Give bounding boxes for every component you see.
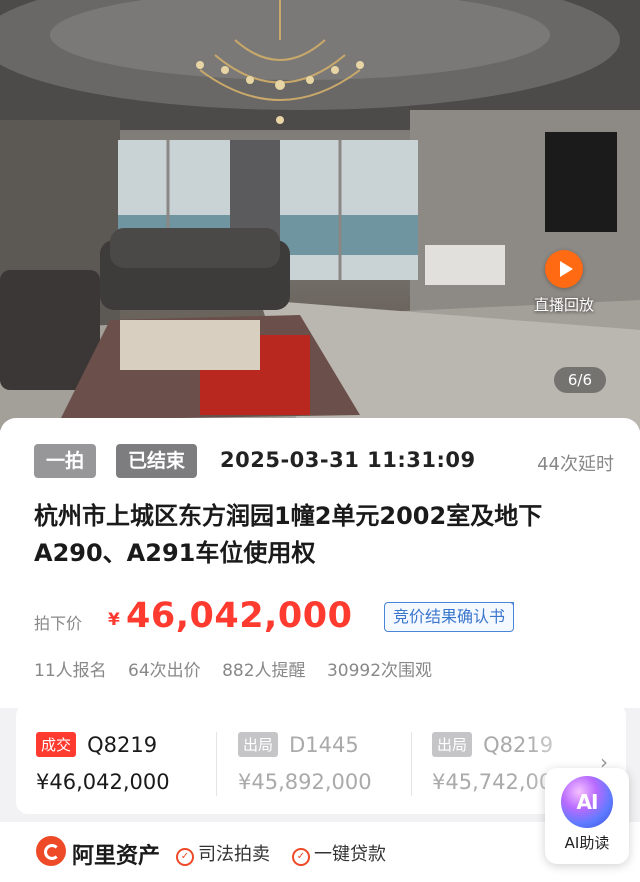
bid-record[interactable]: 成交 Q8219 ¥46,042,000 (36, 732, 216, 794)
divider (411, 732, 412, 796)
bidder-code: D1445 (289, 732, 359, 757)
price-row: 拍下价 ¥ 46,042,000 竞价结果确认书 (34, 596, 624, 640)
feature-judicial-auction: ✓ 司法拍卖 (176, 840, 270, 866)
feature-label: 司法拍卖 (198, 844, 270, 865)
feature-label: 一键贷款 (314, 844, 386, 865)
check-circle-icon: ✓ (176, 848, 194, 866)
confirmation-document-button[interactable]: 竞价结果确认书 (384, 602, 515, 632)
ai-reading-assistant-button[interactable]: AI AI助读 (545, 768, 629, 864)
footer-bar: 阿里资产 ✓ 司法拍卖 ✓ 一键贷款 (0, 822, 640, 882)
end-time: 2025-03-31 11:31:09 (220, 448, 476, 472)
check-circle-icon: ✓ (292, 848, 310, 866)
live-replay-label: 直播回放 (533, 296, 594, 314)
room-illustration (0, 0, 640, 430)
ai-orb-icon: AI (561, 776, 613, 828)
status-row: 一拍 已结束 2025-03-31 11:31:09 44次延时 (34, 444, 624, 478)
final-price: 46,042,000 (126, 596, 353, 636)
ali-assets-logo-icon (36, 836, 66, 866)
bid-history[interactable]: 成交 Q8219 ¥46,042,000 出局 D1445 ¥45,892,00… (16, 704, 626, 814)
bids-stat: 64次出价 (128, 661, 201, 681)
divider (216, 732, 217, 796)
bid-badge-out: 出局 (238, 732, 279, 757)
status-tag: 已结束 (116, 444, 198, 478)
auction-info-card: 一拍 已结束 2025-03-31 11:31:09 44次延时 杭州市上城区东… (0, 418, 640, 708)
round-tag: 一拍 (34, 444, 97, 478)
live-replay-button[interactable]: 直播回放 (524, 250, 604, 315)
ai-icon-text: AI (576, 790, 599, 814)
bid-badge-won: 成交 (36, 732, 77, 757)
feature-loan: ✓ 一键贷款 (292, 840, 386, 866)
bid-amount: ¥45,892,000 (238, 770, 372, 794)
brand-name: 阿里资产 (72, 844, 161, 869)
play-icon (545, 250, 583, 288)
bid-badge-out: 出局 (432, 732, 473, 757)
photo-counter: 6/6 (553, 367, 606, 393)
price-currency: ¥ (108, 610, 120, 630)
price-label: 拍下价 (34, 614, 83, 633)
views-stat: 30992次围观 (326, 661, 433, 681)
ai-assist-label: AI助读 (564, 834, 610, 852)
extension-count: 44次延时 (537, 454, 614, 475)
listing-title: 杭州市上城区东方润园1幢2单元2002室及地下A290、A291车位使用权 (34, 502, 543, 567)
bidder-code: Q8219 (87, 732, 158, 757)
auction-stats: 11人报名 64次出价 882人提醒 30992次围观 (34, 656, 448, 681)
fold-corner-icon (505, 602, 515, 611)
confirmation-document-label: 竞价结果确认书 (393, 607, 506, 626)
reminders-stat: 882人提醒 (222, 661, 306, 681)
bid-record[interactable]: 出局 D1445 ¥45,892,000 (238, 732, 418, 794)
registrations-stat: 11人报名 (34, 661, 107, 681)
listing-photo[interactable]: 直播回放 6/6 (0, 0, 640, 430)
bid-amount: ¥46,042,000 (36, 770, 170, 794)
